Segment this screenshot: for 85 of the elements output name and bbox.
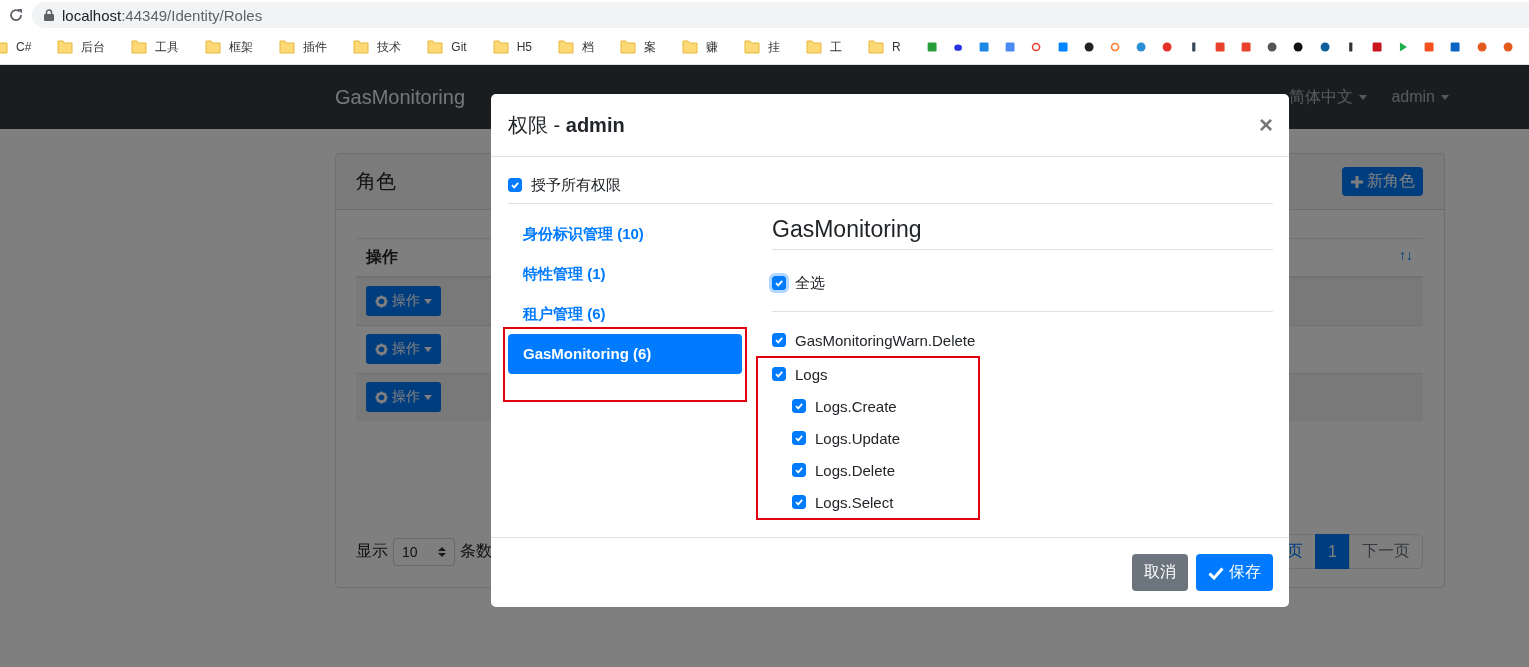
bookmark-folder[interactable]: 档: [558, 38, 595, 56]
checkbox-label: Logs.Delete: [815, 461, 896, 479]
checkbox-label: Logs.Select: [815, 493, 894, 511]
folder-icon: [806, 40, 823, 54]
folder-icon: [682, 40, 699, 54]
folder-icon: [744, 40, 761, 54]
checkbox[interactable]: [772, 276, 786, 290]
bookmark-folder[interactable]: 工具: [131, 38, 180, 56]
page-link[interactable]: 1: [1315, 534, 1350, 569]
checkbox[interactable]: [508, 178, 522, 192]
cancel-button[interactable]: 取消: [1132, 554, 1188, 591]
caret-icon: [424, 394, 432, 400]
checkbox-label: GasMonitoringWarn.Delete: [795, 331, 976, 349]
checkbox[interactable]: [792, 399, 806, 413]
actions-button[interactable]: 操作: [366, 334, 441, 364]
bookmark-folder[interactable]: 工: [806, 38, 843, 56]
permission-group-tab[interactable]: GasMonitoring (6): [508, 334, 742, 374]
checkbox-label: Logs.Create: [815, 397, 897, 415]
bookmark-folder[interactable]: 挂: [744, 38, 781, 56]
check-icon: [1208, 565, 1224, 580]
section-title: GasMonitoring: [772, 214, 1273, 250]
checkbox[interactable]: [772, 333, 786, 347]
folder-icon: [131, 40, 148, 54]
bookmark-folder[interactable]: Git: [427, 40, 467, 54]
close-button[interactable]: ×: [1259, 111, 1273, 139]
lock-icon: [44, 9, 54, 21]
check-icon: [794, 497, 804, 507]
gear-icon: [375, 294, 388, 308]
up-down-icon: [438, 545, 446, 558]
bookmark-folder[interactable]: 赚: [682, 38, 719, 56]
check-icon: [774, 369, 784, 379]
checkbox[interactable]: [792, 495, 806, 509]
column-header[interactable]: 操作: [366, 247, 398, 268]
bookmark-folder[interactable]: 插件: [279, 38, 328, 56]
brand-link[interactable]: GasMonitoring: [335, 85, 466, 109]
bookmark-folder[interactable]: C#: [0, 40, 32, 54]
gear-icon: [375, 390, 388, 404]
folder-icon: [558, 40, 575, 54]
actions-button[interactable]: 操作: [366, 382, 441, 413]
caret-icon: [424, 346, 432, 352]
reload-icon[interactable]: [8, 7, 24, 23]
bookmark-folder[interactable]: 技术: [353, 38, 402, 56]
checkbox-label: 授予所有权限: [531, 175, 621, 195]
actions-button[interactable]: 操作: [366, 286, 441, 317]
bookmark-folder[interactable]: H5: [492, 40, 533, 54]
check-icon: [794, 465, 804, 475]
check-icon: [510, 180, 520, 190]
gear-icon: [375, 342, 388, 356]
folder-icon: [205, 40, 222, 54]
check-icon: [794, 433, 804, 443]
page-size-select[interactable]: 10: [393, 537, 455, 566]
card-title: 角色: [356, 169, 396, 194]
folder-icon: [868, 40, 885, 54]
folder-icon: [353, 40, 370, 54]
folder-icon: [57, 40, 74, 54]
folder-icon: [620, 40, 637, 54]
new-role-button[interactable]: 新角色: [1342, 167, 1423, 196]
check-icon: [774, 335, 784, 345]
permission-group-tab[interactable]: 身份标识管理 (10): [508, 214, 742, 254]
caret-icon: [424, 298, 432, 304]
permission-group-tab[interactable]: 特性管理 (1): [508, 254, 742, 294]
page-link[interactable]: 下一页: [1349, 534, 1423, 569]
save-button[interactable]: 保存: [1196, 554, 1273, 591]
plus-icon: [1350, 174, 1364, 189]
address-field[interactable]: localhost:44349/Identity/Roles: [32, 2, 1529, 28]
permission-group-tab[interactable]: 租户管理 (6): [508, 294, 742, 334]
count-label: 条数: [460, 541, 492, 561]
check-icon: [774, 278, 784, 288]
checkbox-label: 全选: [795, 273, 825, 293]
bookmark-folder[interactable]: R: [868, 40, 901, 54]
sort-icon[interactable]: ↑↓: [1399, 247, 1413, 268]
checkbox-label: Logs.Update: [815, 429, 901, 447]
bookmark-folder[interactable]: 框架: [205, 38, 254, 56]
show-label: 显示: [356, 541, 388, 561]
bookmark-folder[interactable]: 后台: [57, 38, 106, 56]
checkbox[interactable]: [772, 367, 786, 381]
dialog-title: 权限 - admin: [508, 112, 625, 138]
folder-icon: [492, 40, 509, 54]
checkbox[interactable]: [792, 431, 806, 445]
check-icon: [794, 401, 804, 411]
checkbox-label: Logs: [795, 365, 828, 383]
checkbox[interactable]: [792, 463, 806, 477]
folder-icon: [427, 40, 444, 54]
bookmark-folder[interactable]: 案: [620, 38, 657, 56]
folder-icon: [279, 40, 296, 54]
